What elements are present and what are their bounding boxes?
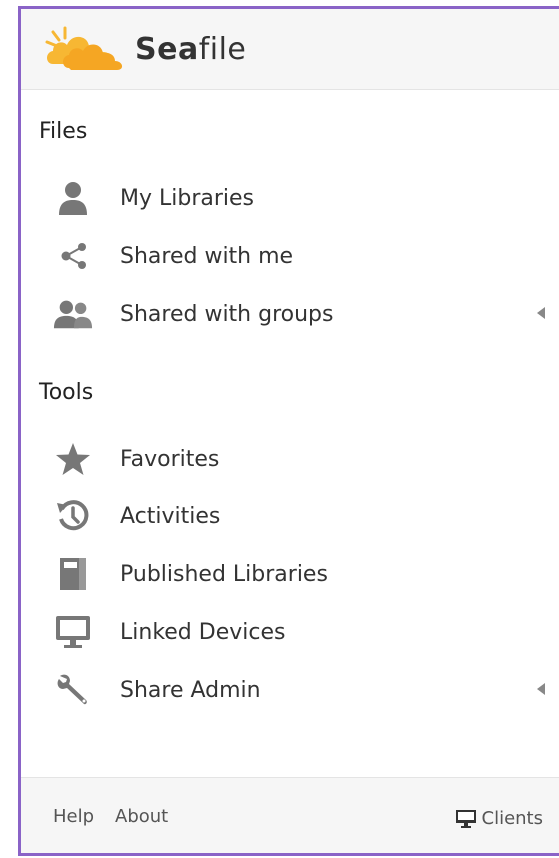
sidebar-item-activities[interactable]: Activities xyxy=(41,494,559,538)
sidebar-item-shared-with-me[interactable]: Shared with me xyxy=(41,234,559,278)
sidebar-item-my-libraries[interactable]: My Libraries xyxy=(41,176,559,220)
sidebar-item-label: Favorites xyxy=(120,446,220,472)
wrench-icon xyxy=(53,672,93,708)
group-icon xyxy=(53,296,93,332)
sidebar-item-shared-with-groups[interactable]: Shared with groups xyxy=(41,292,559,336)
book-icon xyxy=(53,556,93,592)
share-icon xyxy=(53,238,93,274)
sidebar-item-label: Published Libraries xyxy=(120,561,328,587)
caret-left-icon[interactable] xyxy=(537,683,545,695)
sidebar-header: Seafile xyxy=(21,9,559,90)
star-icon xyxy=(53,441,93,477)
clients-label: Clients xyxy=(481,808,544,829)
sidebar-item-linked-devices[interactable]: Linked Devices xyxy=(41,610,559,654)
sidebar-item-label: My Libraries xyxy=(120,185,255,211)
clients-link[interactable]: Clients xyxy=(455,808,544,829)
sidebar-item-label: Activities xyxy=(120,503,221,529)
sidebar-item-label: Linked Devices xyxy=(120,619,286,645)
files-section-title: Files xyxy=(39,119,88,144)
help-link[interactable]: Help xyxy=(53,806,94,827)
sidebar-item-label: Shared with groups xyxy=(120,301,334,327)
sidebar-footer: Help About Clients xyxy=(21,777,559,853)
user-icon xyxy=(53,180,93,216)
tools-section-title: Tools xyxy=(39,380,94,405)
sidebar-item-label: Share Admin xyxy=(120,677,261,703)
sidebar-item-favorites[interactable]: Favorites xyxy=(41,437,559,481)
monitor-icon xyxy=(53,614,93,650)
caret-left-icon[interactable] xyxy=(537,307,545,319)
sidebar-item-share-admin[interactable]: Share Admin xyxy=(41,668,559,712)
history-icon xyxy=(53,498,93,534)
cloud-logo-icon xyxy=(45,26,123,70)
about-link[interactable]: About xyxy=(115,806,168,827)
sidebar-frame: Seafile Files My Libraries Shared with m… xyxy=(18,6,559,856)
brand-name: Seafile xyxy=(135,31,247,67)
seafile-logo[interactable]: Seafile xyxy=(43,21,246,77)
desktop-icon xyxy=(455,809,476,828)
sidebar-item-label: Shared with me xyxy=(120,243,294,269)
sidebar-item-published-libraries[interactable]: Published Libraries xyxy=(41,552,559,596)
